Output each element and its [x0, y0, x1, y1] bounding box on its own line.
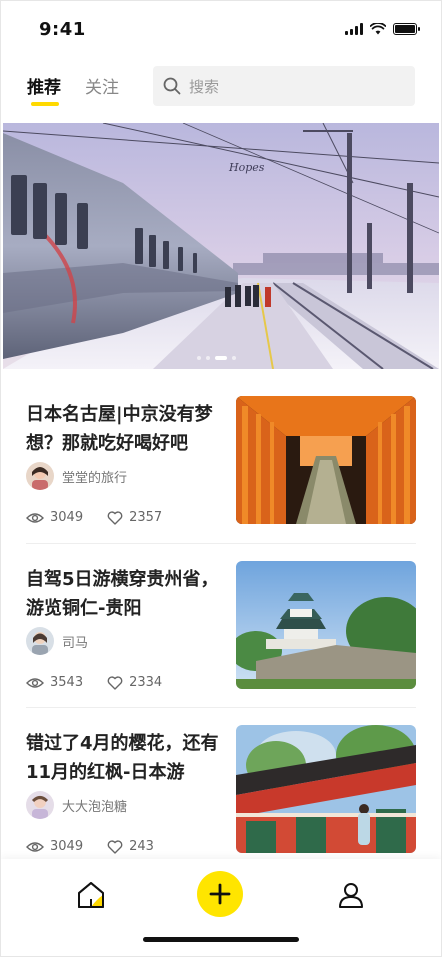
- views-stat: 3543: [26, 675, 83, 690]
- home-icon: [78, 882, 104, 908]
- divider: [26, 707, 416, 708]
- eye-icon: [26, 677, 44, 688]
- views-stat: 3049: [26, 510, 83, 525]
- tab-home[interactable]: [75, 879, 107, 911]
- likes-count: 2334: [129, 675, 163, 690]
- feed-card-thumbnail[interactable]: [236, 561, 416, 689]
- views-stat: 3049: [26, 839, 83, 854]
- views-count: 3049: [50, 510, 84, 525]
- feed-card-stats: 3049 2357: [26, 510, 186, 525]
- add-button[interactable]: [197, 871, 243, 917]
- author-name: 大大泡泡糖: [62, 799, 128, 815]
- heart-icon: [107, 510, 123, 525]
- feed-card-thumbnail[interactable]: [236, 396, 416, 524]
- active-tab-indicator: [31, 102, 59, 106]
- search-icon: [163, 77, 181, 95]
- heart-icon: [107, 839, 123, 854]
- feed-card-author[interactable]: 堂堂的旅行: [26, 462, 127, 490]
- plus-icon: [209, 883, 231, 905]
- feed-card-title[interactable]: 日本名古屋|中京没有梦想？那就吃好喝好吧: [26, 400, 222, 458]
- status-time: 9:41: [39, 19, 86, 40]
- eye-icon: [26, 512, 44, 523]
- home-indicator: [143, 937, 299, 942]
- feed-card-author[interactable]: 司马: [26, 627, 88, 655]
- banner-overlay-text: Hopes: [228, 161, 265, 174]
- author-name: 堂堂的旅行: [62, 470, 128, 486]
- phone-screen: 9:41 推荐 关注 搜索 Hopes 日本名古屋|中京没有梦想？那就吃好喝好吧…: [0, 0, 442, 957]
- top-header: 推荐 关注 搜索: [1, 63, 441, 109]
- signal-icon: [345, 23, 363, 35]
- bottom-tab-bar: [1, 859, 441, 956]
- feed-card-stats: 3049 243: [26, 839, 178, 854]
- search-bar[interactable]: 搜索: [153, 66, 415, 106]
- feed-card[interactable]: 自驾5日游横穿贵州省，游览铜仁-贵阳 司马 3543 2334: [1, 561, 441, 709]
- likes-stat[interactable]: 2357: [107, 510, 162, 525]
- wifi-icon: [370, 23, 386, 35]
- carousel-dot-active[interactable]: [215, 356, 227, 360]
- avatar[interactable]: [26, 627, 54, 655]
- eye-icon: [26, 841, 44, 852]
- carousel-dot[interactable]: [206, 356, 210, 360]
- tab-profile[interactable]: [335, 879, 367, 911]
- feed-card[interactable]: 错过了4月的樱花，还有11月的红枫-日本游 大大泡泡糖 3049 243: [1, 725, 441, 873]
- feed-card-thumbnail[interactable]: [236, 725, 416, 853]
- divider: [26, 543, 416, 544]
- banner-image: Hopes: [3, 123, 439, 369]
- avatar[interactable]: [26, 462, 54, 490]
- tab-recommend[interactable]: 推荐: [27, 73, 61, 98]
- feed-card[interactable]: 日本名古屋|中京没有梦想？那就吃好喝好吧 堂堂的旅行 3049 2357: [1, 396, 441, 544]
- likes-count: 2357: [129, 510, 163, 525]
- search-placeholder: 搜索: [189, 77, 220, 96]
- battery-icon: [393, 23, 420, 35]
- carousel-dot[interactable]: [197, 356, 201, 360]
- author-name: 司马: [62, 635, 89, 651]
- views-count: 3543: [50, 675, 84, 690]
- carousel-dots: [197, 356, 236, 360]
- profile-icon: [339, 883, 363, 908]
- feed-card-title[interactable]: 错过了4月的樱花，还有11月的红枫-日本游: [26, 729, 222, 787]
- carousel-dot[interactable]: [232, 356, 236, 360]
- likes-count: 243: [129, 839, 154, 854]
- likes-stat[interactable]: 243: [107, 839, 154, 854]
- views-count: 3049: [50, 839, 84, 854]
- feed-card-author[interactable]: 大大泡泡糖: [26, 791, 127, 819]
- tab-following[interactable]: 关注: [85, 73, 119, 98]
- status-bar: 9:41: [1, 1, 441, 59]
- feed-card-title[interactable]: 自驾5日游横穿贵州省，游览铜仁-贵阳: [26, 565, 222, 623]
- status-icons: [345, 23, 420, 35]
- feed-card-stats: 3543 2334: [26, 675, 186, 690]
- heart-icon: [107, 675, 123, 690]
- likes-stat[interactable]: 2334: [107, 675, 162, 690]
- avatar[interactable]: [26, 791, 54, 819]
- banner-carousel[interactable]: Hopes: [3, 123, 439, 369]
